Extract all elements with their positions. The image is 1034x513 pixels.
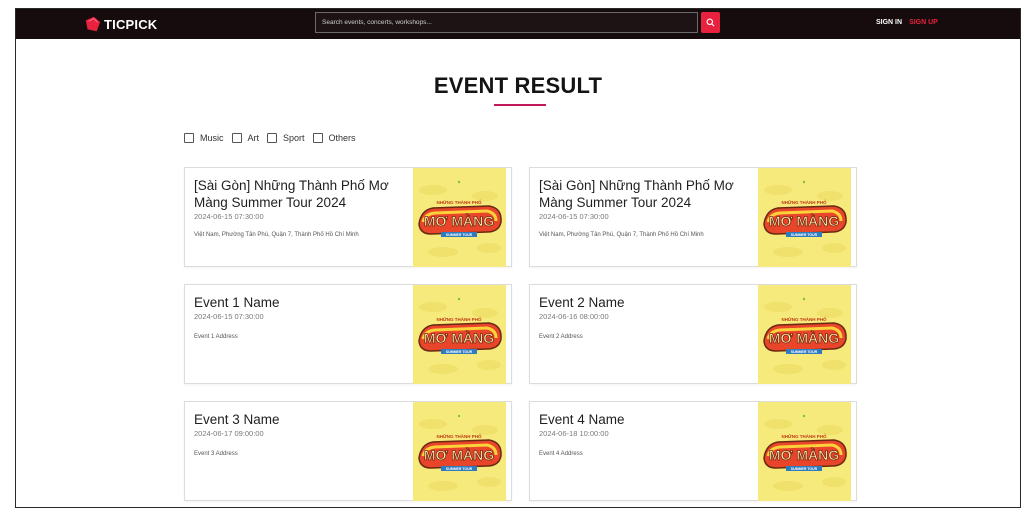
- svg-text:SUMMER TOUR: SUMMER TOUR: [446, 350, 473, 354]
- event-poster-image: NHỮNG THÀNH PHỐ MƠ MÀNG SUMMER TOUR: [758, 168, 851, 267]
- event-date: 2024-06-18 10:00:00: [539, 429, 609, 438]
- svg-text:MƠ MÀNG: MƠ MÀNG: [769, 447, 839, 463]
- event-card[interactable]: Event 2 Name 2024-06-16 08:00:00 Event 2…: [529, 284, 857, 384]
- event-thumbnail[interactable]: NHỮNG THÀNH PHỐ MƠ MÀNG SUMMER TOUR: [758, 285, 851, 384]
- event-date: 2024-06-15 07:30:00: [194, 312, 264, 321]
- event-address: Event 3 Address: [194, 451, 238, 457]
- app-window: TICPICK SIGN IN SIGN UP EVENT RESULT Mus…: [15, 8, 1021, 508]
- checkbox[interactable]: [312, 133, 323, 143]
- event-card-body: Event 4 Name 2024-06-18 10:00:00 Event 4…: [539, 411, 749, 457]
- event-title[interactable]: Event 1 Name: [194, 294, 404, 311]
- sign-in-link[interactable]: SIGN IN: [876, 19, 902, 26]
- event-address: Việt Nam, Phường Tân Phú, Quận 7, Thành …: [539, 232, 704, 238]
- filter-music[interactable]: Music: [184, 133, 224, 143]
- checkbox[interactable]: [231, 133, 242, 143]
- event-date: 2024-06-17 09:00:00: [194, 429, 264, 438]
- event-thumbnail[interactable]: NHỮNG THÀNH PHỐ MƠ MÀNG SUMMER TOUR: [758, 168, 851, 267]
- search-button[interactable]: [701, 12, 720, 33]
- filter-label: Sport: [283, 133, 305, 143]
- svg-text:MƠ MÀNG: MƠ MÀNG: [769, 330, 839, 346]
- svg-text:SUMMER TOUR: SUMMER TOUR: [446, 467, 473, 471]
- category-filters: Music Art Sport Others: [184, 133, 364, 143]
- event-poster-image: NHỮNG THÀNH PHỐ MƠ MÀNG SUMMER TOUR: [413, 402, 506, 501]
- filter-label: Others: [328, 133, 356, 143]
- event-date: 2024-06-15 07:30:00: [539, 212, 609, 221]
- filter-label: Music: [200, 133, 224, 143]
- page-title: EVENT RESULT: [433, 73, 603, 98]
- svg-text:NHỮNG THÀNH PHỐ: NHỮNG THÀNH PHỐ: [437, 433, 482, 439]
- sign-up-link[interactable]: SIGN UP: [909, 19, 938, 26]
- filter-others[interactable]: Others: [312, 133, 356, 143]
- checkbox[interactable]: [184, 133, 194, 143]
- filter-label: Art: [247, 133, 260, 143]
- event-card-body: Event 3 Name 2024-06-17 09:00:00 Event 3…: [194, 411, 404, 457]
- event-thumbnail[interactable]: NHỮNG THÀNH PHỐ MƠ MÀNG SUMMER TOUR: [413, 168, 506, 267]
- filter-art[interactable]: Art: [231, 133, 260, 143]
- event-poster-image: NHỮNG THÀNH PHỐ MƠ MÀNG SUMMER TOUR: [413, 168, 506, 267]
- event-address: Event 4 Address: [539, 451, 583, 457]
- auth-links: SIGN IN SIGN UP: [876, 19, 938, 26]
- title-underline: [494, 104, 546, 106]
- svg-text:MƠ MÀNG: MƠ MÀNG: [769, 213, 839, 229]
- filter-sport[interactable]: Sport: [267, 133, 305, 143]
- event-title[interactable]: Event 2 Name: [539, 294, 749, 311]
- svg-text:SUMMER TOUR: SUMMER TOUR: [446, 233, 473, 237]
- search-icon: [706, 18, 715, 27]
- event-title[interactable]: Event 4 Name: [539, 411, 749, 428]
- event-title[interactable]: Event 3 Name: [194, 411, 404, 428]
- svg-text:MƠ MÀNG: MƠ MÀNG: [424, 447, 494, 463]
- brand-name: TICPICK: [104, 16, 158, 32]
- event-thumbnail[interactable]: NHỮNG THÀNH PHỐ MƠ MÀNG SUMMER TOUR: [758, 402, 851, 501]
- event-card-body: [Sài Gòn] Những Thành Phố Mơ Màng Summer…: [539, 177, 749, 238]
- poster-caption: NHỮNG THÀNH PHỐ: [437, 199, 482, 205]
- search-input[interactable]: [315, 12, 698, 33]
- event-card[interactable]: [Sài Gòn] Những Thành Phố Mơ Màng Summer…: [529, 167, 857, 267]
- event-date: 2024-06-16 08:00:00: [539, 312, 609, 321]
- event-address: Event 1 Address: [194, 334, 238, 340]
- ticket-logo-icon: [85, 16, 101, 32]
- event-card[interactable]: [Sài Gòn] Những Thành Phố Mơ Màng Summer…: [184, 167, 512, 267]
- top-navbar: TICPICK SIGN IN SIGN UP: [16, 9, 1020, 39]
- event-title[interactable]: [Sài Gòn] Những Thành Phố Mơ Màng Summer…: [539, 177, 749, 211]
- svg-text:NHỮNG THÀNH PHỐ: NHỮNG THÀNH PHỐ: [782, 199, 827, 205]
- svg-text:NHỮNG THÀNH PHỐ: NHỮNG THÀNH PHỐ: [782, 316, 827, 322]
- event-card[interactable]: Event 3 Name 2024-06-17 09:00:00 Event 3…: [184, 401, 512, 501]
- event-title[interactable]: [Sài Gòn] Những Thành Phố Mơ Màng Summer…: [194, 177, 404, 211]
- event-thumbnail[interactable]: NHỮNG THÀNH PHỐ MƠ MÀNG SUMMER TOUR: [413, 402, 506, 501]
- svg-text:SUMMER TOUR: SUMMER TOUR: [791, 350, 818, 354]
- event-poster-image: NHỮNG THÀNH PHỐ MƠ MÀNG SUMMER TOUR: [758, 402, 851, 501]
- event-thumbnail[interactable]: NHỮNG THÀNH PHỐ MƠ MÀNG SUMMER TOUR: [413, 285, 506, 384]
- event-card-body: Event 2 Name 2024-06-16 08:00:00 Event 2…: [539, 294, 749, 340]
- event-card[interactable]: Event 4 Name 2024-06-18 10:00:00 Event 4…: [529, 401, 857, 501]
- event-card-body: [Sài Gòn] Những Thành Phố Mơ Màng Summer…: [194, 177, 404, 238]
- svg-text:NHỮNG THÀNH PHỐ: NHỮNG THÀNH PHỐ: [437, 316, 482, 322]
- event-date: 2024-06-15 07:30:00: [194, 212, 264, 221]
- svg-text:SUMMER TOUR: SUMMER TOUR: [791, 467, 818, 471]
- event-address: Event 2 Address: [539, 334, 583, 340]
- svg-text:SUMMER TOUR: SUMMER TOUR: [791, 233, 818, 237]
- event-poster-image: NHỮNG THÀNH PHỐ MƠ MÀNG SUMMER TOUR: [413, 285, 506, 384]
- svg-text:MƠ MÀNG: MƠ MÀNG: [424, 213, 494, 229]
- svg-text:MƠ MÀNG: MƠ MÀNG: [424, 330, 494, 346]
- svg-text:NHỮNG THÀNH PHỐ: NHỮNG THÀNH PHỐ: [782, 433, 827, 439]
- event-poster-image: NHỮNG THÀNH PHỐ MƠ MÀNG SUMMER TOUR: [758, 285, 851, 384]
- event-card-body: Event 1 Name 2024-06-15 07:30:00 Event 1…: [194, 294, 404, 340]
- event-card[interactable]: Event 1 Name 2024-06-15 07:30:00 Event 1…: [184, 284, 512, 384]
- event-address: Việt Nam, Phường Tân Phú, Quận 7, Thành …: [194, 232, 359, 238]
- search-bar: [315, 12, 720, 33]
- checkbox[interactable]: [267, 133, 278, 143]
- brand-logo[interactable]: TICPICK: [84, 15, 157, 33]
